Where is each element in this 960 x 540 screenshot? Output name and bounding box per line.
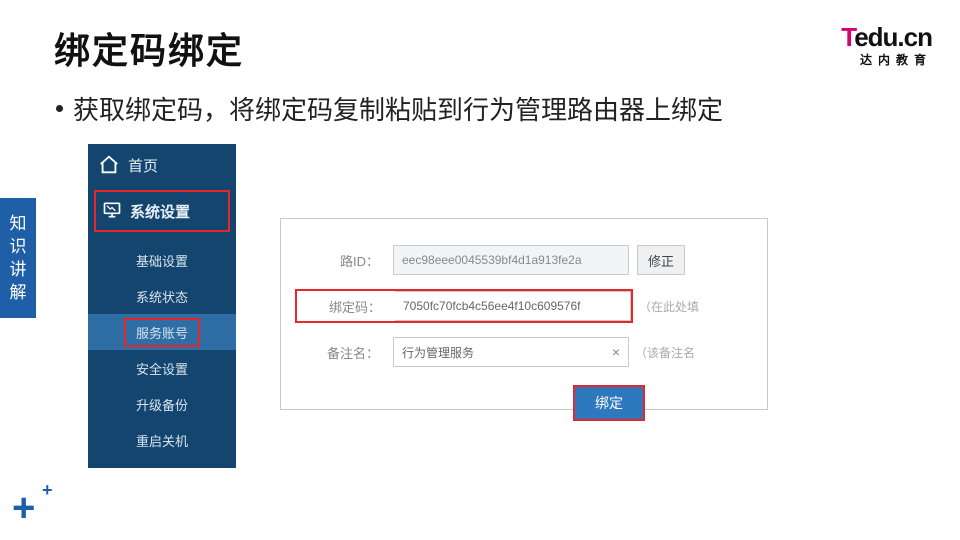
sidebar-sub-upgrade[interactable]: 升级备份 — [88, 386, 236, 422]
sidebar-sub-label: 基础设置 — [136, 251, 188, 270]
sidebar-item-label: 系统设置 — [130, 201, 190, 222]
bind-code-highlight: 绑定码： 7050fc70fcb4c56ee4f10c609576f — [295, 289, 633, 323]
route-id-field: eec98eee0045539bf4d1a913fe2a — [393, 245, 629, 275]
sidebar-sub-reboot[interactable]: 重启关机 — [88, 422, 236, 458]
sidebar-sub-security[interactable]: 安全设置 — [88, 350, 236, 386]
sidebar-sub-label: 系统状态 — [136, 287, 188, 306]
bullet-line: 获取绑定码，将绑定码复制粘贴到行为管理路由器上绑定 — [56, 90, 723, 127]
sidebar-item-home[interactable]: 首页 — [88, 144, 236, 186]
sidebar-item-system-settings[interactable]: 系统设置 — [94, 190, 230, 232]
brand-logo-rest: edu.cn — [854, 22, 932, 52]
bullet-icon — [56, 105, 63, 112]
page-title: 绑定码绑定 — [54, 22, 244, 74]
plus-decoration: + + — [12, 488, 35, 528]
remark-input[interactable]: 行为管理服务 × — [393, 337, 629, 367]
bind-code-input[interactable]: 7050fc70fcb4c56ee4f10c609576f — [395, 291, 631, 321]
sidebar-item-label: 首页 — [128, 155, 158, 176]
sidebar-sub-basic[interactable]: 基础设置 — [88, 242, 236, 278]
remark-label: 备注名： — [295, 343, 393, 362]
bind-code-value: 7050fc70fcb4c56ee4f10c609576f — [403, 299, 581, 313]
brand-logo-letter: T — [841, 22, 854, 52]
sidebar-sub-service-account[interactable]: 服务账号 — [88, 314, 236, 350]
brand-logo-sub: 达内教育 — [841, 51, 932, 68]
knowledge-tab: 知识讲解 — [0, 198, 36, 318]
router-sidebar: 首页 系统设置 基础设置 系统状态 服务账号 安全设置 升级备份 重启关机 — [88, 144, 236, 468]
bind-code-label: 绑定码： — [297, 297, 395, 316]
clear-icon[interactable]: × — [612, 344, 620, 360]
plus-icon: + — [12, 486, 35, 530]
sidebar-sub-label: 安全设置 — [136, 359, 188, 378]
route-id-value: eec98eee0045539bf4d1a913fe2a — [402, 253, 582, 267]
brand-logo-main: Tedu.cn — [841, 22, 932, 53]
bind-button-row: 绑定 — [281, 381, 767, 421]
row-bind-code: 绑定码： 7050fc70fcb4c56ee4f10c609576f （在此处填 — [281, 289, 767, 323]
plus-icon-small: + — [42, 480, 53, 501]
monitor-icon — [102, 200, 124, 222]
route-id-fix-button[interactable]: 修正 — [637, 245, 685, 275]
remark-value: 行为管理服务 — [402, 344, 474, 361]
sidebar-sub-status[interactable]: 系统状态 — [88, 278, 236, 314]
bind-code-hint: （在此处填 — [639, 298, 699, 315]
sidebar-submenu: 基础设置 系统状态 服务账号 安全设置 升级备份 重启关机 — [88, 236, 236, 464]
row-route-id: 路ID： eec98eee0045539bf4d1a913fe2a 修正 — [281, 245, 767, 275]
remark-hint: （该备注名 — [635, 344, 695, 361]
route-id-label: 路ID： — [281, 251, 393, 270]
home-icon — [98, 154, 120, 176]
bind-button[interactable]: 绑定 — [573, 385, 645, 421]
sidebar-sub-label: 升级备份 — [136, 395, 188, 414]
row-remark: 备注名： 行为管理服务 × （该备注名 — [295, 337, 767, 367]
bullet-text: 获取绑定码，将绑定码复制粘贴到行为管理路由器上绑定 — [73, 90, 723, 127]
sidebar-sub-label: 重启关机 — [136, 431, 188, 450]
sidebar-sub-label: 服务账号 — [124, 318, 200, 347]
bind-form-panel: 路ID： eec98eee0045539bf4d1a913fe2a 修正 绑定码… — [280, 218, 768, 410]
brand-logo: Tedu.cn 达内教育 — [841, 22, 932, 68]
